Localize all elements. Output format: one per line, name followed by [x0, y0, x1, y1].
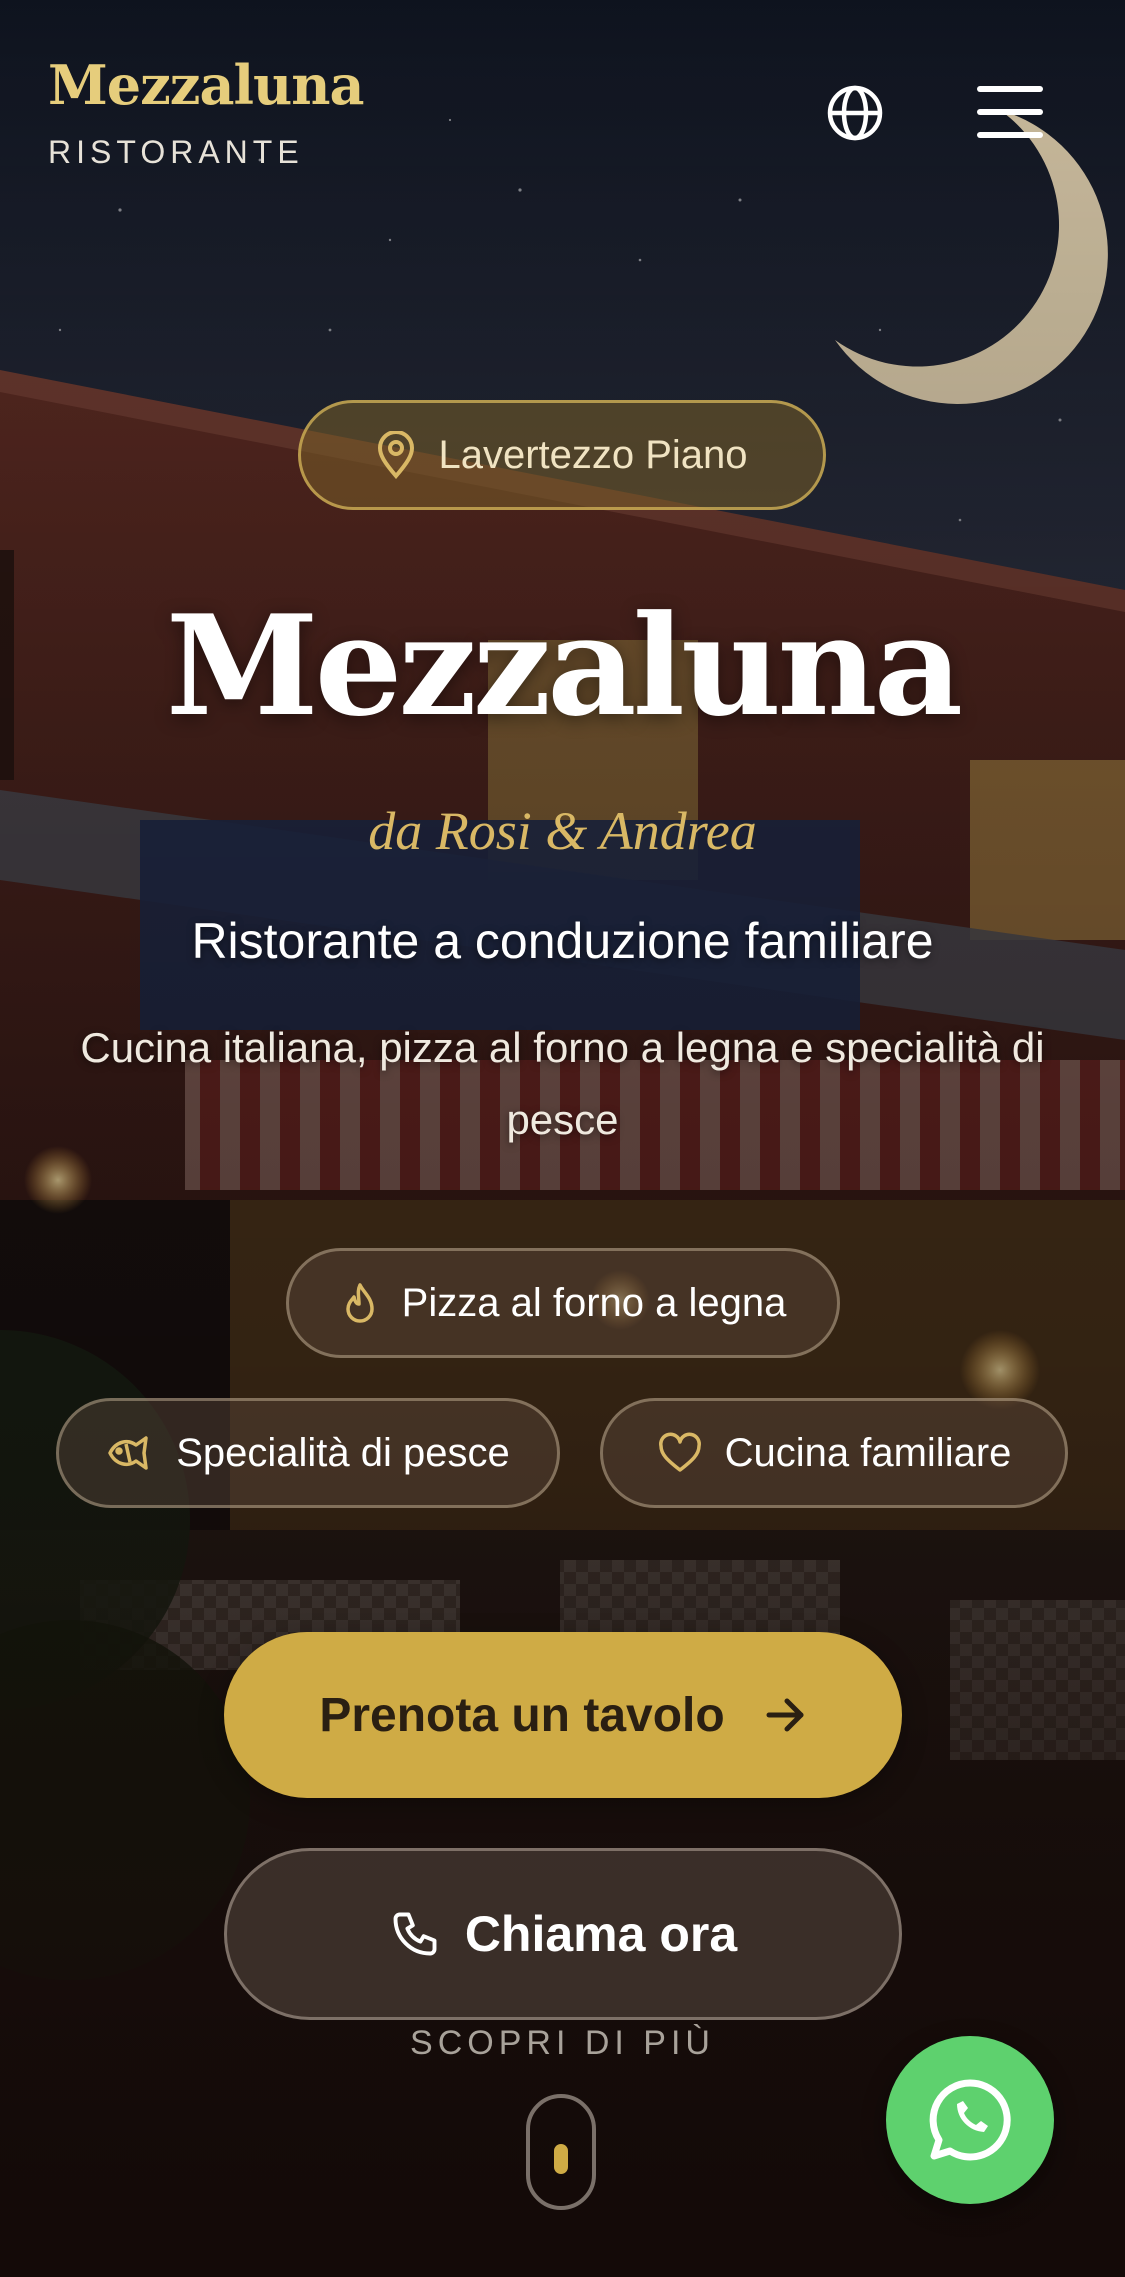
whatsapp-button[interactable]	[886, 2036, 1054, 2204]
fish-icon	[108, 1436, 148, 1470]
feature-chip-fish: Specialità di pesce	[56, 1398, 560, 1508]
call-now-button[interactable]: Chiama ora	[224, 1848, 902, 2020]
hamburger-menu-icon	[977, 86, 1043, 138]
feature-chip-label: Pizza al forno a legna	[401, 1280, 787, 1325]
scroll-indicator[interactable]	[526, 2094, 596, 2210]
location-badge: Lavertezzo Piano	[298, 400, 826, 510]
hero-byline: da Rosi & Andrea	[368, 801, 757, 861]
hero-title: Mezzaluna	[165, 584, 963, 747]
phone-icon	[393, 1912, 437, 1956]
arrow-right-icon	[766, 1698, 804, 1732]
call-now-label: Chiama ora	[464, 1906, 738, 1962]
globe-icon	[827, 85, 883, 141]
menu-button[interactable]	[976, 84, 1044, 140]
brand-name: Mezzaluna	[48, 53, 364, 117]
map-pin-icon	[378, 431, 415, 479]
feature-chip-label: Cucina familiare	[724, 1430, 1012, 1475]
flame-icon	[345, 1283, 374, 1323]
hero-tagline: Ristorante a conduzione familiare	[191, 913, 934, 969]
feature-chip-label: Specialità di pesce	[176, 1430, 510, 1475]
book-table-button[interactable]: Prenota un tavolo	[224, 1632, 902, 1798]
brand-logo[interactable]: Mezzaluna RISTORANTE	[48, 53, 364, 171]
brand-subtitle: RISTORANTE	[48, 134, 304, 170]
location-label: Lavertezzo Piano	[438, 432, 748, 477]
hero-description: Cucina italiana, pizza al forno a legna …	[80, 1024, 1045, 1144]
language-button[interactable]	[824, 82, 886, 144]
whatsapp-icon	[929, 2079, 1011, 2161]
feature-chip-pizza: Pizza al forno a legna	[286, 1248, 840, 1358]
book-table-label: Prenota un tavolo	[319, 1688, 725, 1742]
feature-chip-family: Cucina familiare	[600, 1398, 1068, 1508]
heart-icon	[658, 1432, 701, 1472]
scroll-indicator-dot	[554, 2144, 568, 2174]
